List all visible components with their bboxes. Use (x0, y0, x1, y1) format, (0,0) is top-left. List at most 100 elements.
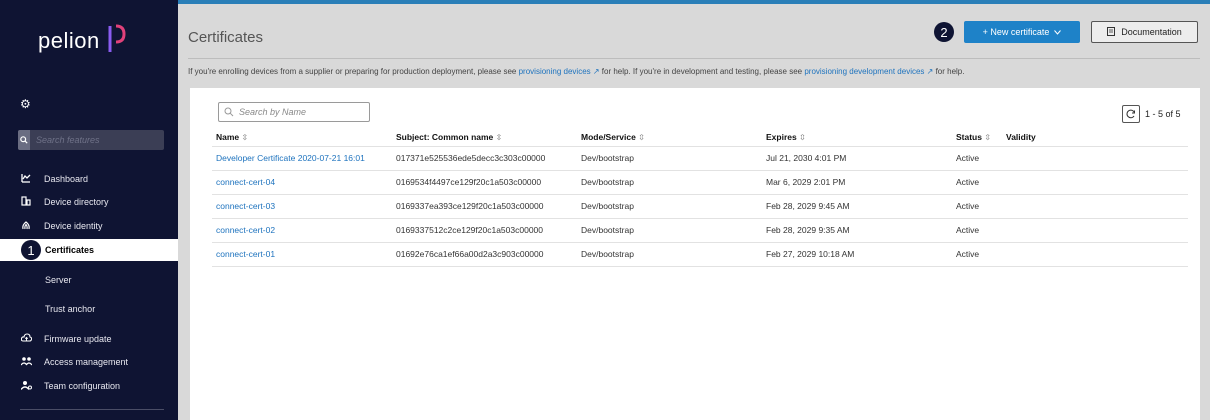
cloud-upload-icon (20, 332, 32, 346)
table-row[interactable]: Developer Certificate 2020-07-21 16:01 0… (212, 145, 1188, 170)
sidebar-item-device-identity[interactable]: Device identity (0, 216, 178, 236)
sidebar-item-label: Device identity (44, 221, 103, 231)
users-icon (19, 356, 33, 369)
sidebar-divider (20, 409, 164, 410)
chevron-down-icon (1054, 27, 1062, 37)
pagination-count: 1 - 5 of 5 (1145, 109, 1181, 119)
cert-name-link[interactable]: connect-cert-01 (212, 241, 392, 267)
provisioning-devices-link[interactable]: provisioning devices ↗ (519, 67, 600, 76)
sidebar-item-trust-anchor[interactable]: Trust anchor (0, 299, 178, 319)
sidebar-item-dashboard[interactable]: Dashboard (0, 169, 178, 189)
cert-name-link[interactable]: Developer Certificate 2020-07-21 16:01 (212, 145, 392, 170)
sidebar-item-server[interactable]: Server (0, 270, 178, 290)
sidebar-item-label: Device directory (44, 197, 109, 207)
column-header-expires[interactable]: Expires ⇳ (762, 128, 952, 146)
column-header-name[interactable]: Name ⇳ (212, 128, 392, 146)
column-header-mode[interactable]: Mode/Service ⇳ (577, 128, 762, 146)
cert-name-link[interactable]: connect-cert-02 (212, 217, 392, 242)
fingerprint-icon (20, 220, 32, 233)
expires-cell: Feb 27, 2029 10:18 AM (762, 241, 952, 267)
feature-search-input[interactable]: Search features (18, 130, 164, 150)
status-cell: Active (952, 169, 1002, 194)
mode-cell: Dev/bootstrap (577, 193, 762, 218)
cert-name-link[interactable]: connect-cert-03 (212, 193, 392, 218)
provisioning-development-devices-link[interactable]: provisioning development devices ↗ (804, 67, 933, 76)
sidebar-item-label: Firmware update (44, 334, 112, 344)
sidebar-item-label: Trust anchor (45, 304, 96, 314)
mode-cell: Dev/bootstrap (577, 217, 762, 242)
logo[interactable]: pelion (38, 24, 126, 56)
main-content: Certificates 2 + New certificate Documen… (178, 0, 1210, 420)
cert-name-link[interactable]: connect-cert-04 (212, 169, 392, 194)
sidebar: pelion ⚙ Search features Dashboard Devic… (0, 0, 178, 420)
documentation-label: Documentation (1121, 27, 1182, 37)
help-text-middle: for help. If you're in development and t… (599, 67, 805, 76)
column-header-validity: Validity (1006, 131, 1036, 142)
search-by-name-input[interactable]: Search by Name (218, 102, 370, 122)
mode-cell: Dev/bootstrap (577, 241, 762, 267)
common-name-cell: 0169337ea393ce129f20c1a503c00000 (392, 193, 577, 218)
step-marker-1: 1 (21, 240, 41, 260)
refresh-icon (1126, 109, 1135, 119)
expires-cell: Jul 21, 2030 4:01 PM (762, 145, 952, 170)
sidebar-item-firmware-update[interactable]: Firmware update (0, 329, 178, 349)
sort-icon: ⇳ (638, 132, 645, 142)
new-certificate-label: + New certificate (982, 27, 1050, 37)
certificates-card: Search by Name 1 - 5 of 5 Name ⇳ Subject… (190, 88, 1200, 420)
pelion-logo-icon (108, 24, 126, 52)
expires-cell: Feb 28, 2029 9:35 AM (762, 217, 952, 242)
status-cell: Active (952, 217, 1002, 242)
certificates-table: Name ⇳ Subject: Common name ⇳ Mode/Servi… (212, 128, 1188, 267)
status-cell: Active (952, 241, 1002, 267)
sidebar-item-label: Server (45, 275, 72, 285)
table-row[interactable]: connect-cert-04 0169534f4497ce129f20c1a5… (212, 169, 1188, 194)
help-text-suffix: for help. (933, 67, 965, 76)
status-cell: Active (952, 193, 1002, 218)
common-name-cell: 0169534f4497ce129f20c1a503c00000 (392, 169, 577, 194)
devices-icon (20, 195, 32, 209)
sort-icon: ⇳ (241, 132, 249, 142)
mode-cell: Dev/bootstrap (577, 145, 762, 170)
sidebar-item-label: Dashboard (44, 174, 89, 184)
sort-icon: ⇳ (984, 132, 992, 142)
chart-icon (20, 173, 32, 186)
column-header-common-name[interactable]: Subject: Common name ⇳ (392, 128, 577, 146)
sidebar-item-device-directory[interactable]: Device directory (0, 192, 178, 212)
help-text: If you're enrolling devices from a suppl… (188, 67, 964, 76)
validity-cell (1002, 241, 1188, 267)
common-name-cell: 017371e525536ede5decc3c303c00000 (392, 145, 577, 170)
validity-cell (1002, 145, 1188, 170)
expires-cell: Mar 6, 2029 2:01 PM (762, 169, 952, 194)
documentation-button[interactable]: Documentation (1091, 21, 1198, 43)
gear-icon[interactable]: ⚙ (20, 97, 31, 111)
search-placeholder: Search by Name (239, 107, 307, 117)
team-icon (19, 380, 32, 393)
validity-cell (1002, 193, 1188, 218)
feature-search-placeholder: Search features (36, 135, 100, 145)
page-title: Certificates (188, 29, 264, 46)
mode-cell: Dev/bootstrap (577, 169, 762, 194)
table-row[interactable]: connect-cert-03 0169337ea393ce129f20c1a5… (212, 193, 1188, 218)
sidebar-item-access-management[interactable]: Access management (0, 352, 178, 372)
step-marker-2: 2 (934, 22, 954, 42)
sidebar-item-label: Access management (44, 357, 129, 367)
expires-cell: Feb 28, 2029 9:45 AM (762, 193, 952, 218)
table-row[interactable]: connect-cert-01 01692e76ca1ef66a00d2a3c9… (212, 241, 1188, 267)
refresh-button[interactable] (1122, 105, 1140, 123)
help-text-prefix: If you're enrolling devices from a suppl… (188, 67, 519, 76)
sidebar-item-team-configuration[interactable]: Team configuration (0, 376, 178, 396)
sidebar-item-label: Team configuration (44, 381, 121, 391)
common-name-cell: 01692e76ca1ef66a00d2a3c903c00000 (392, 241, 577, 267)
validity-cell (1002, 169, 1188, 194)
column-header-status[interactable]: Status ⇳ (952, 128, 1002, 146)
sort-icon: ⇳ (799, 132, 806, 142)
validity-cell (1002, 217, 1188, 242)
top-accent-bar (178, 0, 1210, 4)
header-divider (188, 58, 1200, 59)
new-certificate-button[interactable]: + New certificate (964, 21, 1080, 43)
status-cell: Active (952, 145, 1002, 170)
search-icon (18, 130, 30, 150)
search-icon (224, 107, 234, 117)
table-row[interactable]: connect-cert-02 0169337512c2ce129f20c1a5… (212, 217, 1188, 242)
common-name-cell: 0169337512c2ce129f20c1a503c00000 (392, 217, 577, 242)
